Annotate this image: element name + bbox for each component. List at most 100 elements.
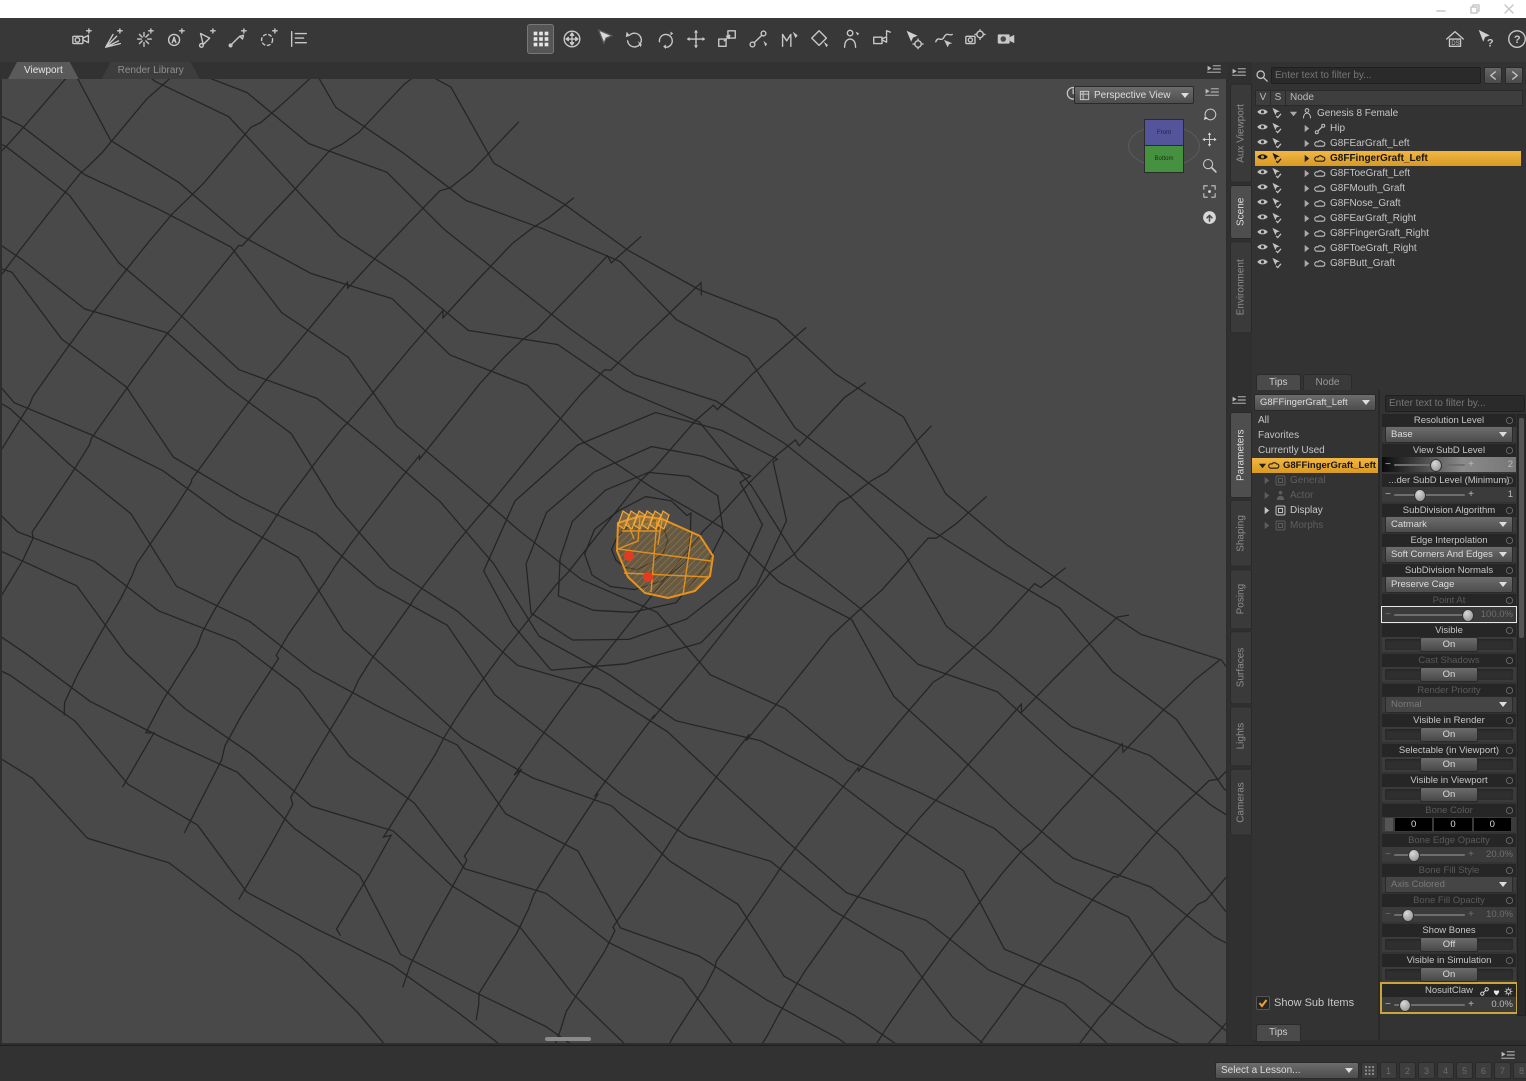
expand-closed-icon[interactable] (1302, 139, 1311, 148)
parameter-toggle[interactable]: On (1420, 727, 1478, 742)
parameters-node-selector[interactable]: G8FFingerGraft_Left (1254, 394, 1376, 411)
visibility-eye-icon[interactable] (1255, 257, 1269, 270)
selectable-cursor-icon[interactable] (1269, 167, 1284, 180)
node-camera-button[interactable] (868, 24, 895, 54)
figure-tool-button[interactable] (837, 24, 864, 54)
dock-tab-environment[interactable]: Environment (1230, 241, 1252, 333)
parameter-dropdown[interactable]: Normal (1385, 696, 1513, 713)
dock-tab-cameras[interactable]: Cameras (1230, 769, 1252, 836)
filter-back-button[interactable] (1484, 67, 1502, 84)
viewport-options-icon[interactable] (1204, 85, 1220, 99)
dock-tab-posing[interactable]: Posing (1230, 569, 1252, 629)
selectable-cursor-icon[interactable] (1269, 182, 1284, 195)
parameter-dropdown[interactable]: Preserve Cage (1385, 576, 1513, 593)
posing-tool-button[interactable] (775, 24, 802, 54)
new-ambient-light-button[interactable] (161, 24, 188, 54)
selectable-cursor-icon[interactable] (1269, 122, 1284, 135)
parameter-slider[interactable]: −+20.0% (1385, 849, 1513, 860)
dock-tab-scene[interactable]: Scene (1230, 185, 1252, 239)
twist-tool-button[interactable] (651, 24, 678, 54)
scene-node-row[interactable]: G8FFingerGraft_Right (1255, 226, 1521, 241)
lesson-page-button-1[interactable]: 1 (1380, 1062, 1397, 1079)
expand-closed-icon[interactable] (1302, 259, 1311, 268)
visibility-eye-icon[interactable] (1255, 182, 1269, 195)
scene-node-row[interactable]: Genesis 8 Female (1255, 106, 1521, 121)
expand-open-icon[interactable] (1289, 109, 1298, 118)
parameter-toggle[interactable]: On (1420, 637, 1478, 652)
dock-pane-menu-icon[interactable] (1231, 393, 1247, 407)
viewport-resize-handle[interactable] (545, 1037, 591, 1041)
expand-closed-icon[interactable] (1302, 244, 1311, 253)
scene-node-row[interactable]: G8FEarGraft_Left (1255, 136, 1521, 151)
parameter-slider[interactable]: −+1 (1385, 489, 1513, 500)
parameter-toggle[interactable]: On (1420, 667, 1478, 682)
restore-icon[interactable] (1458, 0, 1492, 18)
new-null-button[interactable] (254, 24, 281, 54)
lesson-page-button-8[interactable]: 8 (1513, 1062, 1526, 1079)
expand-closed-icon[interactable] (1262, 476, 1271, 485)
new-point-light-button[interactable] (130, 24, 157, 54)
parameter-slider[interactable]: −+0.0% (1385, 999, 1513, 1010)
view-selector-dropdown[interactable]: Perspective View (1074, 86, 1194, 104)
scale-tool-button[interactable] (713, 24, 740, 54)
dock-tab-aux-viewport[interactable]: Aux Viewport (1230, 84, 1252, 183)
bottom-tab-tips[interactable]: Tips (1256, 374, 1301, 391)
parameter-slider[interactable]: −+100.0% (1385, 609, 1513, 620)
camera-settings-button[interactable] (961, 24, 988, 54)
visibility-eye-icon[interactable] (1255, 227, 1269, 240)
help-button[interactable]: ? (1503, 24, 1526, 54)
lesson-grid-icon[interactable] (1361, 1062, 1378, 1079)
color-channel-value[interactable]: 0 (1434, 818, 1471, 831)
bottom-tab-node[interactable]: Node (1303, 374, 1353, 391)
orbit-button[interactable] (1198, 103, 1220, 123)
expand-closed-icon[interactable] (1302, 154, 1311, 163)
parameter-dropdown[interactable]: Catmark (1385, 516, 1513, 533)
expand-closed-icon[interactable] (1302, 184, 1311, 193)
parameter-slider[interactable]: −+2 (1385, 459, 1513, 470)
color-channel-value[interactable]: 0 (1474, 818, 1511, 831)
column-selectable[interactable]: S (1271, 91, 1286, 105)
view-cube-bottom-face[interactable]: Bottom (1144, 145, 1184, 173)
selectable-cursor-icon[interactable] (1269, 257, 1284, 270)
param-group-all[interactable]: All (1252, 413, 1378, 428)
expand-closed-icon[interactable] (1302, 169, 1311, 178)
column-visible[interactable]: V (1256, 91, 1271, 105)
scene-node-row[interactable]: G8FEarGraft_Right (1255, 211, 1521, 226)
color-channel-value[interactable]: 0 (1395, 818, 1432, 831)
new-spotlight-button[interactable] (192, 24, 219, 54)
scene-filter-input[interactable] (1271, 67, 1481, 84)
parameter-toggle[interactable]: Off (1420, 937, 1478, 952)
scene-node-row[interactable]: Hip (1255, 121, 1521, 136)
lesson-page-button-6[interactable]: 6 (1475, 1062, 1492, 1079)
lesson-page-button-2[interactable]: 2 (1399, 1062, 1416, 1079)
parameter-dropdown[interactable]: Axis Colored (1385, 876, 1513, 893)
active-pose-tool-button[interactable] (744, 24, 771, 54)
view-cube[interactable]: Front Bottom (1142, 117, 1184, 173)
expand-open-icon[interactable] (1258, 461, 1267, 470)
parameters-scrollbar[interactable] (1517, 414, 1526, 1016)
pan-button[interactable] (1198, 129, 1220, 149)
dock-tab-surfaces[interactable]: Surfaces (1230, 631, 1252, 704)
minimize-icon[interactable] (1424, 0, 1458, 18)
visibility-eye-icon[interactable] (1255, 107, 1269, 120)
align-pane-button[interactable] (285, 24, 312, 54)
daz-home-button[interactable]: DS (1441, 24, 1468, 54)
show-sub-items-checkbox[interactable] (1256, 996, 1270, 1010)
visibility-eye-icon[interactable] (1255, 167, 1269, 180)
visibility-eye-icon[interactable] (1255, 212, 1269, 225)
filter-forward-button[interactable] (1505, 67, 1523, 84)
select-lesson-dropdown[interactable]: Select a Lesson... (1215, 1062, 1359, 1079)
viewport-canvas[interactable]: Perspective View Front Bottom (2, 79, 1226, 1043)
visibility-eye-icon[interactable] (1255, 197, 1269, 210)
expand-closed-icon[interactable] (1262, 506, 1271, 515)
parameter-toggle[interactable]: On (1420, 967, 1478, 982)
expand-closed-icon[interactable] (1262, 521, 1271, 530)
lesson-pane-menu-icon[interactable] (1500, 1048, 1516, 1062)
new-distant-light-button[interactable] (99, 24, 126, 54)
expand-closed-icon[interactable] (1302, 124, 1311, 133)
parameter-dropdown[interactable]: Soft Corners And Edges (1385, 546, 1513, 563)
visibility-eye-icon[interactable] (1255, 122, 1269, 135)
visibility-eye-icon[interactable] (1255, 152, 1269, 165)
viewport-pane-menu-icon[interactable] (1206, 62, 1222, 76)
param-subgroup-display[interactable]: Display (1252, 503, 1378, 518)
